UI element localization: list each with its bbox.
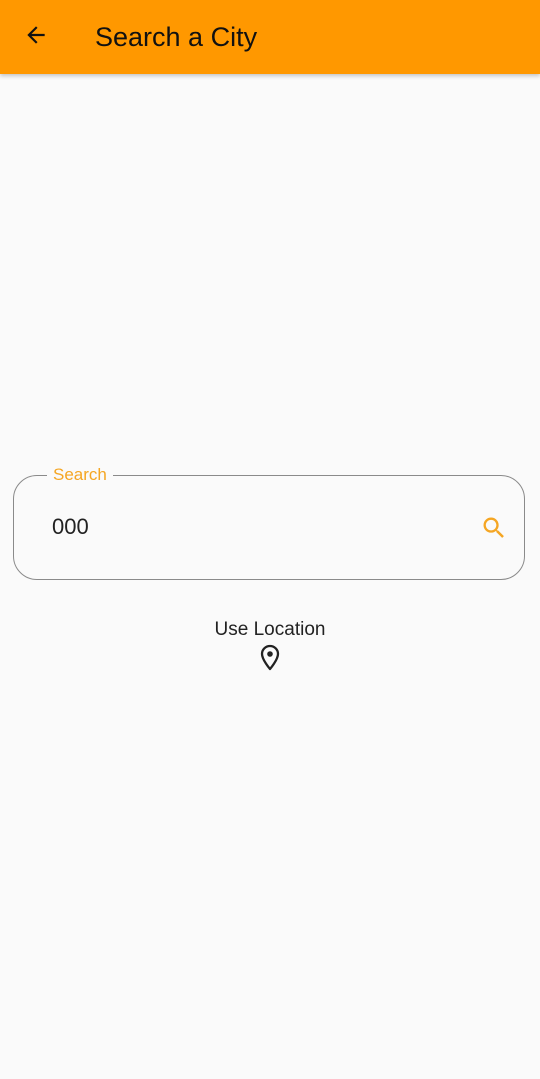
- arrow-back-icon: [23, 22, 49, 53]
- app-bar: Search a City: [0, 0, 540, 74]
- location-pin-icon: [258, 644, 282, 672]
- use-location-label: Use Location: [214, 619, 326, 640]
- back-button[interactable]: [12, 13, 60, 61]
- search-icon[interactable]: [480, 514, 508, 542]
- page-title: Search a City: [95, 22, 258, 52]
- use-location-button[interactable]: Use Location: [195, 614, 345, 678]
- search-city-screen: Search a City Search Use Location: [0, 0, 540, 1079]
- search-field[interactable]: Search: [13, 464, 525, 580]
- search-label: Search: [47, 464, 113, 486]
- search-input[interactable]: [52, 508, 452, 546]
